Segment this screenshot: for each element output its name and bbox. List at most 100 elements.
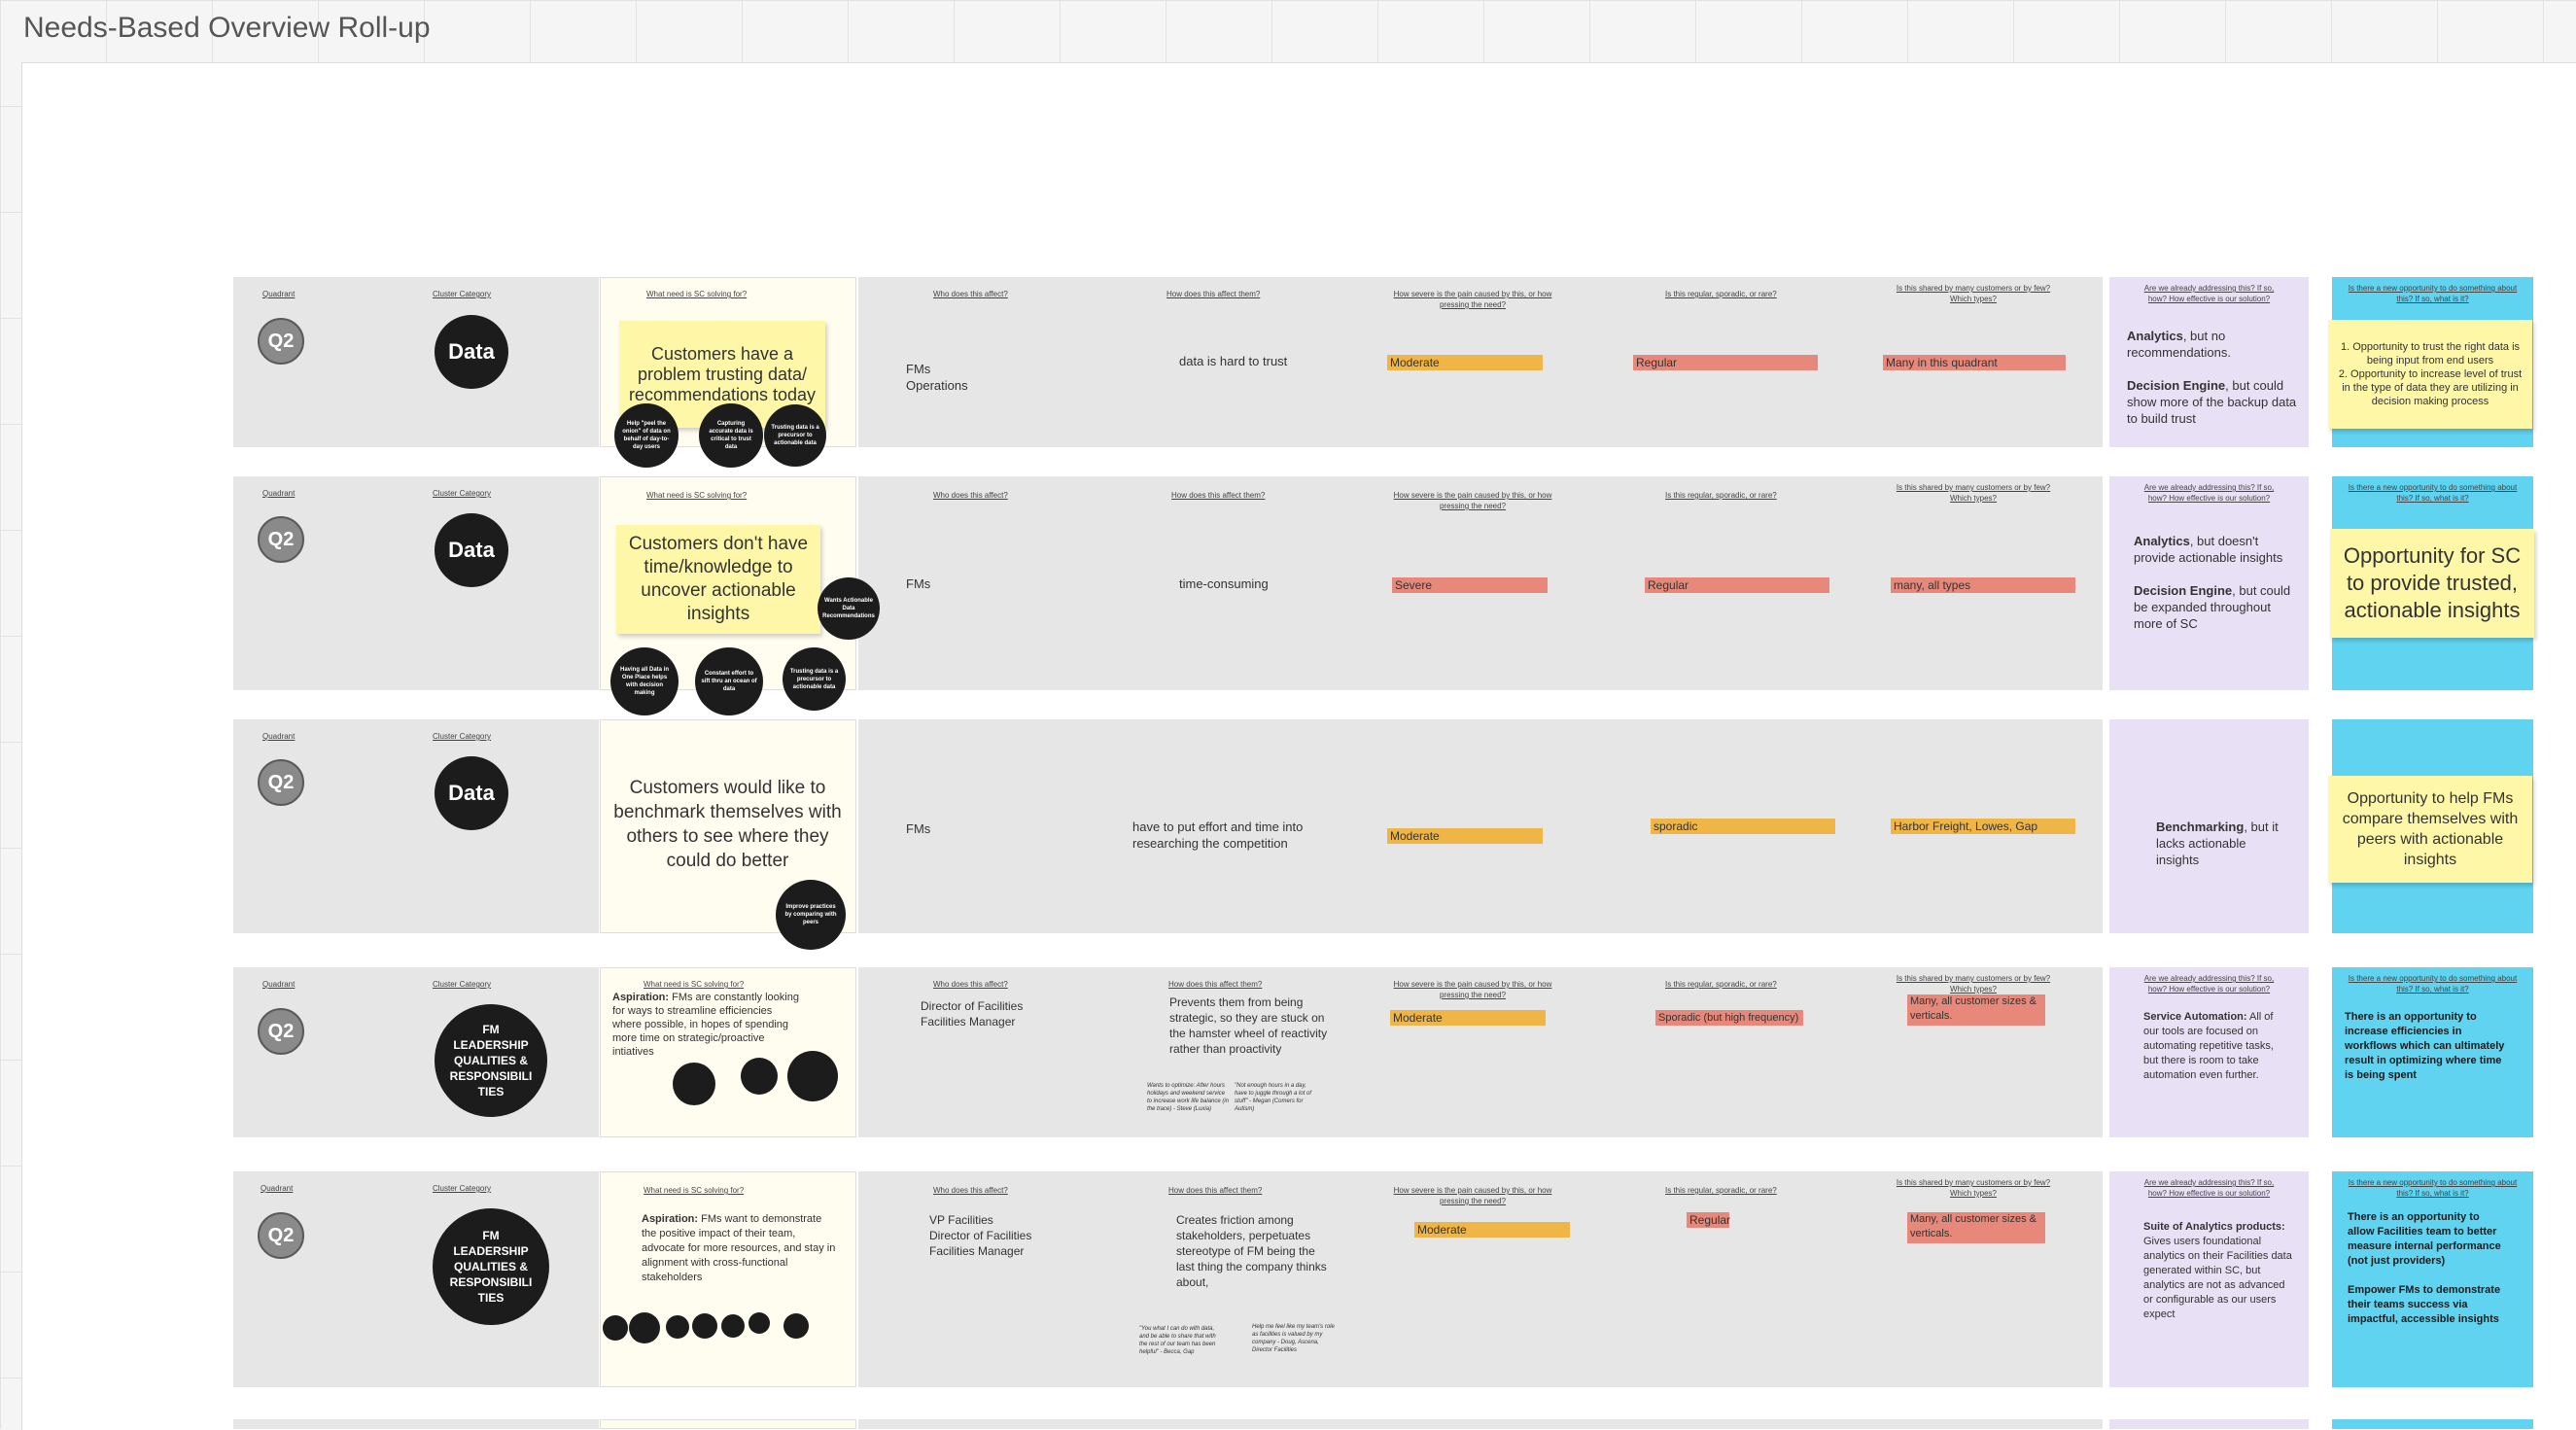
- quadrant-cell: [233, 1419, 599, 1429]
- frequency-tag[interactable]: sporadic: [1651, 819, 1835, 834]
- frequency-tag[interactable]: Regular: [1645, 577, 1829, 593]
- insight-dot[interactable]: [692, 1313, 717, 1339]
- quadrant-badge[interactable]: Q2: [258, 759, 304, 806]
- header-how: How does this affect them?: [1166, 290, 1261, 298]
- header-shared: Is this shared by many customers or by f…: [1896, 974, 2051, 994]
- insight-dot[interactable]: Capturing accurate data is critical to t…: [699, 403, 763, 468]
- insight-dot[interactable]: [741, 1058, 778, 1095]
- addressing-text: Benchmarking, but it lacks actionable in…: [2156, 820, 2279, 867]
- header-severity: How severe is the pain caused by this, o…: [1393, 980, 1552, 999]
- header-opportunity: Is there a new opportunity to do somethi…: [2348, 284, 2518, 303]
- how-text: data is hard to trust: [1179, 354, 1288, 368]
- table-row: [233, 1419, 2533, 1429]
- severity-tag[interactable]: Severe: [1392, 577, 1548, 593]
- header-who: Who does this affect?: [933, 491, 1008, 500]
- header-need: What need is SC solving for?: [644, 1186, 745, 1195]
- opportunity-text[interactable]: There is an opportunity to increase effi…: [2345, 1010, 2505, 1083]
- who-text: FMs Operations: [906, 362, 968, 393]
- insight-dot[interactable]: Improve practices by comparing with peer…: [776, 880, 846, 950]
- customer-quote: "Not enough hours in a day, have to jugg…: [1235, 1083, 1312, 1112]
- need-cell: [600, 1419, 856, 1429]
- opportunity-sticky-note[interactable]: 1. Opportunity to trust the right data i…: [2328, 320, 2532, 429]
- header-addressing: Are we already addressing this? If so, h…: [2143, 483, 2275, 503]
- insight-dot[interactable]: [748, 1312, 770, 1334]
- header-cluster: Cluster Category: [433, 980, 492, 989]
- cluster-category-badge[interactable]: Data: [435, 315, 508, 389]
- cluster-category-badge[interactable]: Data: [435, 756, 508, 830]
- insight-dot[interactable]: [603, 1315, 628, 1341]
- shared-tag[interactable]: Many in this quadrant: [1883, 355, 2066, 370]
- header-who: Who does this affect?: [933, 290, 1008, 298]
- quadrant-badge[interactable]: Q2: [258, 516, 304, 563]
- header-quadrant: Quadrant: [262, 489, 296, 498]
- header-quadrant: Quadrant: [262, 732, 296, 741]
- frequency-tag[interactable]: Regular: [1633, 355, 1818, 370]
- shared-tag[interactable]: Many, all customer sizes & verticals.: [1907, 1212, 2045, 1243]
- addressing-text: Analytics, but doesn't provide actionabl…: [2134, 534, 2291, 631]
- opportunity-sticky-note[interactable]: Opportunity for SC to provide trusted, a…: [2330, 529, 2534, 638]
- shared-tag[interactable]: Many, all customer sizes & verticals.: [1907, 994, 2045, 1026]
- customer-quote: "You what I can do with data, and be abl…: [1139, 1326, 1216, 1355]
- need-text[interactable]: Aspiration: FMs are constantly looking f…: [612, 991, 802, 1059]
- header-shared: Is this shared by many customers or by f…: [1896, 284, 2051, 303]
- header-addressing: Are we already addressing this? If so, h…: [2143, 974, 2275, 994]
- severity-tag[interactable]: Moderate: [1390, 1010, 1546, 1026]
- header-addressing: Are we already addressing this? If so, h…: [2143, 284, 2275, 303]
- header-shared: Is this shared by many customers or by f…: [1896, 1178, 2051, 1198]
- header-how: How does this affect them?: [1171, 491, 1266, 500]
- header-addressing: Are we already addressing this? If so, h…: [2143, 1178, 2275, 1198]
- insight-dot[interactable]: [629, 1312, 660, 1343]
- need-text[interactable]: Aspiration: FMs want to demonstrate the …: [642, 1212, 836, 1285]
- need-sticky-note[interactable]: Customers don't have time/knowledge to u…: [616, 525, 820, 634]
- insight-dot[interactable]: Help "peel the onion" of data on behalf …: [614, 403, 679, 468]
- table-row: Quadrant Cluster Category What need is S…: [233, 476, 2534, 715]
- who-text: FMs: [906, 821, 931, 836]
- opportunity-text[interactable]: There is an opportunity to allow Facilit…: [2348, 1210, 2503, 1327]
- insight-dot[interactable]: [783, 1313, 809, 1339]
- header-who: Who does this affect?: [933, 1186, 1008, 1195]
- shared-tag[interactable]: many, all types: [1891, 577, 2075, 593]
- cluster-category-badge[interactable]: FM LEADERSHIP QUALITIES & RESPONSIBILI T…: [435, 1004, 547, 1117]
- addressing-cell: [2109, 1419, 2309, 1429]
- frequency-tag[interactable]: Regular: [1687, 1212, 1730, 1228]
- insight-dot[interactable]: [721, 1314, 745, 1338]
- header-cluster: Cluster Category: [433, 489, 492, 498]
- need-text[interactable]: Customers would like to benchmark themse…: [609, 776, 847, 873]
- addressing-text: Service Automation: All of our tools are…: [2143, 1011, 2274, 1081]
- cluster-category-badge[interactable]: Data: [435, 513, 508, 587]
- insight-dot[interactable]: Constant effort to sift thru an ocean of…: [695, 647, 763, 715]
- quadrant-cell: [233, 476, 599, 690]
- insight-dot[interactable]: Wants Actionable Data Recommendations: [818, 577, 880, 640]
- quadrant-badge[interactable]: Q2: [258, 318, 304, 365]
- header-opportunity: Is there a new opportunity to do somethi…: [2348, 1178, 2518, 1198]
- severity-tag[interactable]: Moderate: [1387, 828, 1543, 844]
- table-row: Quadrant Cluster Category What need is S…: [233, 967, 2533, 1137]
- header-how: How does this affect them?: [1168, 1186, 1263, 1195]
- header-frequency: Is this regular, sporadic, or rare?: [1665, 1186, 1777, 1195]
- shared-tag[interactable]: Harbor Freight, Lowes, Gap: [1891, 819, 2075, 834]
- insight-dot[interactable]: [666, 1315, 689, 1339]
- details-cell: [858, 1419, 2103, 1429]
- insight-dot[interactable]: Having all Data in One Place helps with …: [610, 647, 679, 715]
- header-how: How does this affect them?: [1168, 980, 1263, 989]
- table-row: Quadrant Cluster Category Q2 Data Custom…: [233, 719, 2533, 950]
- severity-tag[interactable]: Moderate: [1387, 355, 1543, 370]
- table-row: Quadrant Cluster Category What need is S…: [233, 1171, 2533, 1387]
- insight-dot[interactable]: Trusting data is a precursor to actionab…: [783, 647, 846, 711]
- quadrant-badge[interactable]: Q2: [258, 1008, 304, 1055]
- header-severity: How severe is the pain caused by this, o…: [1393, 1186, 1552, 1205]
- insight-dot[interactable]: [787, 1051, 838, 1101]
- insight-dot[interactable]: [673, 1063, 715, 1105]
- quadrant-badge[interactable]: Q2: [258, 1212, 304, 1259]
- cluster-category-badge[interactable]: FM LEADERSHIP QUALITIES & RESPONSIBILI T…: [433, 1208, 549, 1325]
- insight-dot[interactable]: Trusting data is a precursor to actionab…: [764, 404, 826, 467]
- table-row: Quadrant Cluster Category What need is S…: [233, 277, 2533, 468]
- frequency-tag[interactable]: Sporadic (but high frequency): [1655, 1010, 1803, 1026]
- customer-quote: Wants to optimize: After hours holidays …: [1147, 1083, 1230, 1112]
- header-quadrant: Quadrant: [262, 290, 296, 298]
- opportunity-sticky-note[interactable]: Opportunity to help FMs compare themselv…: [2328, 776, 2532, 883]
- header-cluster: Cluster Category: [433, 732, 492, 741]
- header-quadrant: Quadrant: [262, 980, 296, 989]
- severity-tag[interactable]: Moderate: [1414, 1222, 1570, 1238]
- header-need: What need is SC solving for?: [644, 980, 745, 989]
